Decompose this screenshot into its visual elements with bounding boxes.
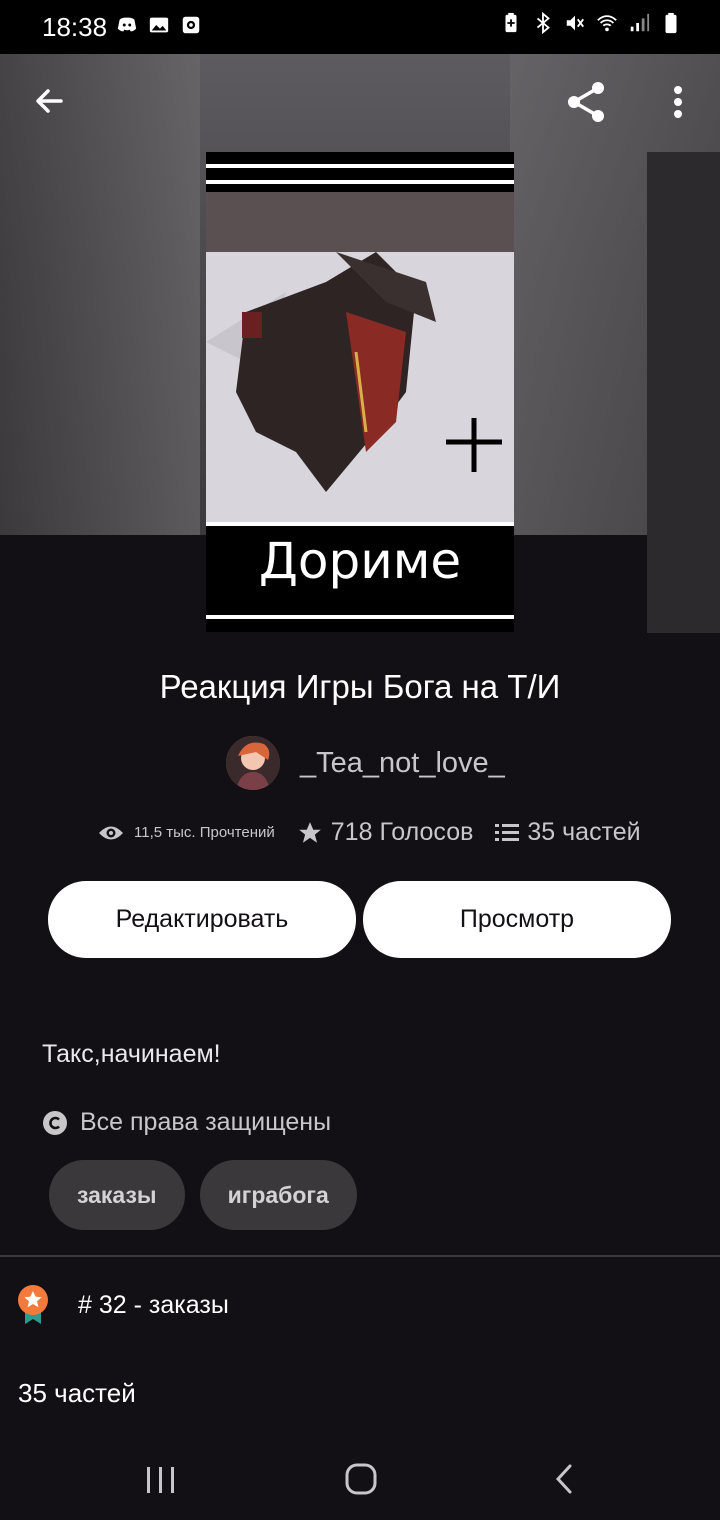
tags-list: заказы играбога [49, 1160, 357, 1230]
more-button[interactable] [660, 80, 696, 124]
ranking-row[interactable]: # 32 - заказы [16, 1284, 229, 1326]
system-back-button[interactable] [552, 1462, 576, 1496]
chevron-left-icon [555, 1464, 572, 1494]
mute-icon [566, 15, 584, 31]
home-button[interactable] [344, 1462, 378, 1496]
votes-stat: 718 Голосов [297, 818, 474, 847]
share-button[interactable] [562, 78, 610, 126]
arrow-left-icon [36, 89, 63, 113]
cover-line-middle [206, 522, 514, 526]
rank-badge-icon [18, 1285, 48, 1324]
cover-title: Дориме [258, 532, 462, 590]
status-right-icons [500, 12, 682, 34]
background-blur-left [0, 54, 200, 535]
parts-count-stat: 35 частей [527, 818, 641, 846]
ranking-text: # 32 - заказы [78, 1290, 229, 1319]
tag-chip[interactable]: играбога [199, 1160, 357, 1230]
cover-line-bottom [206, 615, 514, 619]
parts-count: 35 частей [18, 1378, 136, 1408]
status-bar: 18:38 [0, 0, 720, 54]
status-left-icons [116, 14, 202, 36]
recents-icon [147, 1467, 174, 1493]
eye-icon [99, 826, 123, 839]
bluetooth-icon [536, 12, 550, 34]
recents-button[interactable] [144, 1465, 178, 1495]
story-stats: 11,5 тыс. Прочтений 718 Голосов 35 часте… [98, 818, 641, 847]
gallery-icon [149, 17, 169, 33]
cover-line-top-2 [206, 180, 514, 184]
list-icon [495, 823, 520, 841]
share-icon [568, 82, 604, 122]
edit-button[interactable]: Редактировать [48, 881, 356, 958]
author-name: _Tea_not_love_ [300, 746, 505, 779]
story-description: Такс,начинаем! [42, 1040, 221, 1068]
avatar [226, 736, 280, 790]
copyright-text: Все права защищены [80, 1108, 332, 1136]
wifi-icon [597, 15, 617, 32]
divider [0, 1255, 720, 1257]
view-button[interactable]: Просмотр [363, 881, 671, 958]
next-story-cover[interactable] [647, 152, 720, 633]
copyright-icon [43, 1110, 67, 1135]
signal-icon [630, 13, 650, 32]
battery-icon [665, 12, 677, 34]
cover-image [206, 192, 514, 522]
copyright-row: Все права защищены [42, 1108, 331, 1137]
parts-stat: 35 частей [495, 818, 641, 847]
cover-line-top [206, 164, 514, 168]
discord-icon [117, 17, 137, 32]
status-time: 18:38 [42, 12, 108, 42]
story-title: Реакция Игры Бога на Т/И [159, 668, 561, 705]
story-cover[interactable]: Дориме [206, 152, 514, 632]
reads-count: 11,5 тыс. Прочтений [134, 824, 275, 841]
star-icon [298, 821, 321, 843]
back-button[interactable] [28, 80, 70, 122]
reads-stat: 11,5 тыс. Прочтений [98, 823, 275, 843]
votes-count: 718 Голосов [330, 818, 474, 846]
screen-record-icon [182, 16, 200, 34]
more-vertical-icon [674, 86, 682, 118]
home-icon [345, 1463, 377, 1495]
author-link[interactable]: _Tea_not_love_ [226, 736, 505, 790]
battery-saver-icon [505, 12, 517, 33]
tag-chip[interactable]: заказы [49, 1160, 185, 1230]
